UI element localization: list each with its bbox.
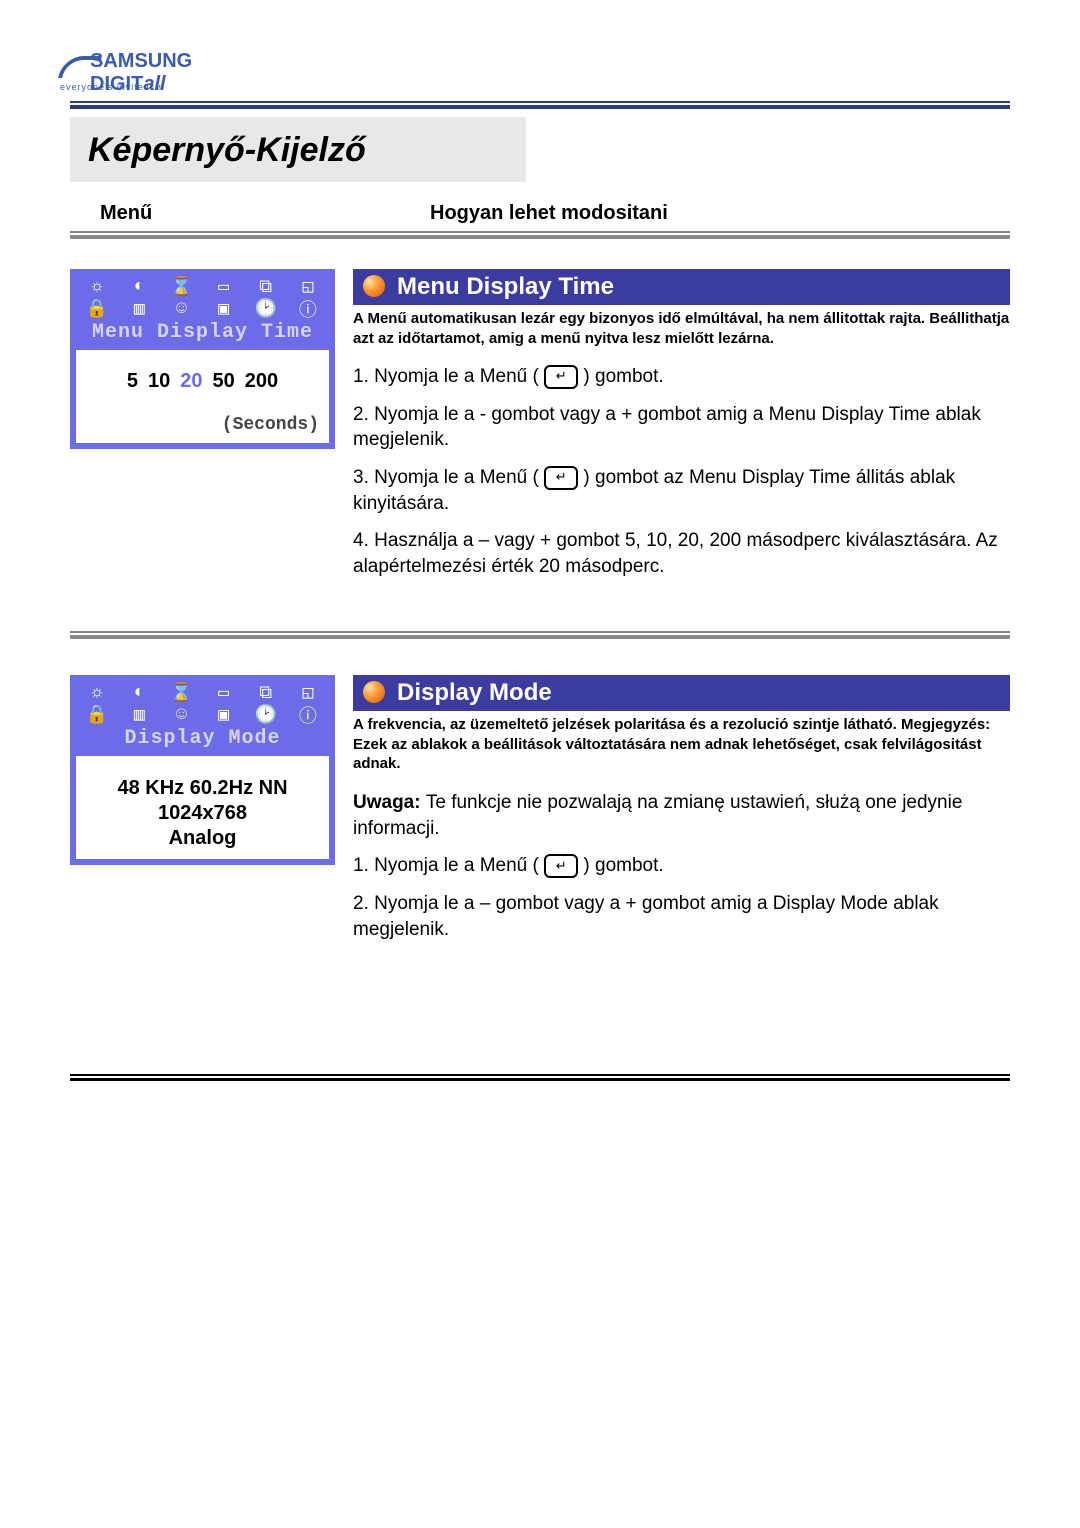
sub-headers: Menű Hogyan lehet modositani bbox=[70, 202, 1010, 225]
sun-icon: ☼ bbox=[85, 683, 109, 703]
top-rule-thin bbox=[70, 101, 1010, 103]
s2-note: Uwaga: Te funkcje nie pozwalają na zmian… bbox=[353, 790, 1010, 841]
osd-opt-20-selected: 20 bbox=[180, 370, 202, 393]
zoom-icon: ◱ bbox=[296, 277, 320, 297]
heading2-text: Display Mode bbox=[397, 679, 552, 706]
heading-display-mode: Display Mode bbox=[353, 675, 1010, 711]
language-icon: ☺ bbox=[169, 299, 193, 319]
s2-step2: 2. Nyomja le a – gombot vagy a + gombot … bbox=[353, 891, 1010, 942]
sub-rule-thin bbox=[70, 231, 1010, 233]
section-display-mode: ☼ ◐ ⌛ ▭ ⧉ ◱ 🔒 ▥ ☺ ▣ 🕑 ⓘ Display Mode bbox=[70, 675, 1010, 954]
osd-icon-row-1: ☼ ◐ ⌛ ▭ ⧉ ◱ bbox=[76, 277, 329, 297]
colortemp-icon: ▥ bbox=[127, 705, 151, 725]
zoom-icon: ◱ bbox=[296, 683, 320, 703]
section1-steps: 1. Nyomja le a Menű ( ↵ ) gombot. 2. Nyo… bbox=[353, 364, 1010, 579]
osd-units-label: (Seconds) bbox=[86, 415, 319, 435]
footer-rule-thin bbox=[70, 1074, 1010, 1076]
osd-seconds-row: 5 10 20 50 200 bbox=[86, 370, 319, 393]
s1-step2: 2. Nyomja le a - gombot vagy a + gombot … bbox=[353, 402, 1010, 453]
osd2-title: Display Mode bbox=[76, 727, 329, 750]
vpos-icon: ⧉ bbox=[254, 683, 278, 703]
hsize-icon: ▣ bbox=[212, 299, 236, 319]
note-bold: Uwaga: bbox=[353, 792, 426, 813]
heading-menu-display-time: Menu Display Time bbox=[353, 269, 1010, 305]
hourglass-icon: ⌛ bbox=[169, 277, 193, 297]
info-icon: ⓘ bbox=[296, 705, 320, 725]
osd-opt-10: 10 bbox=[148, 370, 170, 393]
osd2-line2: 1024x768 bbox=[86, 801, 319, 826]
footer-rule-thick bbox=[70, 1078, 1010, 1081]
colortemp-icon: ▥ bbox=[127, 299, 151, 319]
enter-icon: ↵ bbox=[544, 466, 578, 490]
osd-icon-row-2: 🔒 ▥ ☺ ▣ 🕑 ⓘ bbox=[76, 299, 329, 319]
contrast-icon: ◐ bbox=[127, 683, 151, 703]
osd2-line1: 48 KHz 60.2Hz NN bbox=[86, 776, 319, 801]
section2-steps: Uwaga: Te funkcje nie pozwalają na zmian… bbox=[353, 790, 1010, 942]
s1-step1: 1. Nyomja le a Menű ( ↵ ) gombot. bbox=[353, 364, 1010, 390]
section2-desc: A frekvencia, az üzemeltető jelzések pol… bbox=[353, 715, 1010, 774]
sub-rule-thick bbox=[70, 235, 1010, 239]
clock-icon: 🕑 bbox=[254, 299, 278, 319]
logo-suffix: all bbox=[143, 73, 165, 95]
hourglass-icon: ⌛ bbox=[169, 683, 193, 703]
section-menu-display-time: ☼ ◐ ⌛ ▭ ⧉ ◱ 🔒 ▥ ☺ ▣ 🕑 ⓘ Menu Display Tim… bbox=[70, 269, 1010, 591]
document-page: SAMSUNG DIGITall everyone's invitedTM Ké… bbox=[0, 0, 1080, 1141]
lock-icon: 🔒 bbox=[85, 705, 109, 725]
logo-text: SAMSUNG DIGITall bbox=[90, 50, 230, 96]
hpos-icon: ▭ bbox=[212, 277, 236, 297]
hpos-icon: ▭ bbox=[212, 683, 236, 703]
s1-step4: 4. Használja a – vagy + gombot 5, 10, 20… bbox=[353, 528, 1010, 579]
osd-opt-50: 50 bbox=[213, 370, 235, 393]
lock-icon: 🔒 bbox=[85, 299, 109, 319]
logo-block: SAMSUNG DIGITall everyone's invitedTM bbox=[60, 50, 1010, 95]
subheader-menu: Menű bbox=[100, 202, 430, 225]
osd-menu-display-time: ☼ ◐ ⌛ ▭ ⧉ ◱ 🔒 ▥ ☺ ▣ 🕑 ⓘ Menu Display Tim… bbox=[70, 269, 335, 449]
bullet-sphere-icon bbox=[363, 681, 385, 703]
vpos-icon: ⧉ bbox=[254, 277, 278, 297]
osd2-line3: Analog bbox=[86, 826, 319, 851]
osd2-body: 48 KHz 60.2Hz NN 1024x768 Analog bbox=[86, 776, 319, 851]
clock-icon: 🕑 bbox=[254, 705, 278, 725]
title-bar: Képernyő-Kijelző bbox=[70, 117, 526, 182]
contrast-icon: ◐ bbox=[127, 277, 151, 297]
bullet-sphere-icon bbox=[363, 275, 385, 297]
top-rule-thick bbox=[70, 105, 1010, 109]
osd-title: Menu Display Time bbox=[76, 321, 329, 344]
enter-icon: ↵ bbox=[544, 854, 578, 878]
osd-display-mode: ☼ ◐ ⌛ ▭ ⧉ ◱ 🔒 ▥ ☺ ▣ 🕑 ⓘ Display Mode bbox=[70, 675, 335, 865]
mid-rule-thin bbox=[70, 631, 1010, 633]
osd2-icon-row-2: 🔒 ▥ ☺ ▣ 🕑 ⓘ bbox=[76, 705, 329, 725]
mid-rule-thick bbox=[70, 635, 1010, 639]
sun-icon: ☼ bbox=[85, 277, 109, 297]
language-icon: ☺ bbox=[169, 705, 193, 725]
section1-desc: A Menű automatikusan lezár egy bizonyos … bbox=[353, 309, 1010, 348]
enter-icon: ↵ bbox=[544, 365, 578, 389]
osd2-icon-row-1: ☼ ◐ ⌛ ▭ ⧉ ◱ bbox=[76, 683, 329, 703]
heading-text: Menu Display Time bbox=[397, 273, 614, 300]
s1-step3: 3. Nyomja le a Menű ( ↵ ) gombot az Menu… bbox=[353, 465, 1010, 516]
hsize-icon: ▣ bbox=[212, 705, 236, 725]
subheader-howto: Hogyan lehet modositani bbox=[430, 202, 1010, 225]
info-icon: ⓘ bbox=[296, 299, 320, 319]
osd-opt-5: 5 bbox=[127, 370, 138, 393]
s2-step1: 1. Nyomja le a Menű ( ↵ ) gombot. bbox=[353, 853, 1010, 879]
osd-opt-200: 200 bbox=[245, 370, 278, 393]
page-title: Képernyő-Kijelző bbox=[88, 131, 508, 170]
